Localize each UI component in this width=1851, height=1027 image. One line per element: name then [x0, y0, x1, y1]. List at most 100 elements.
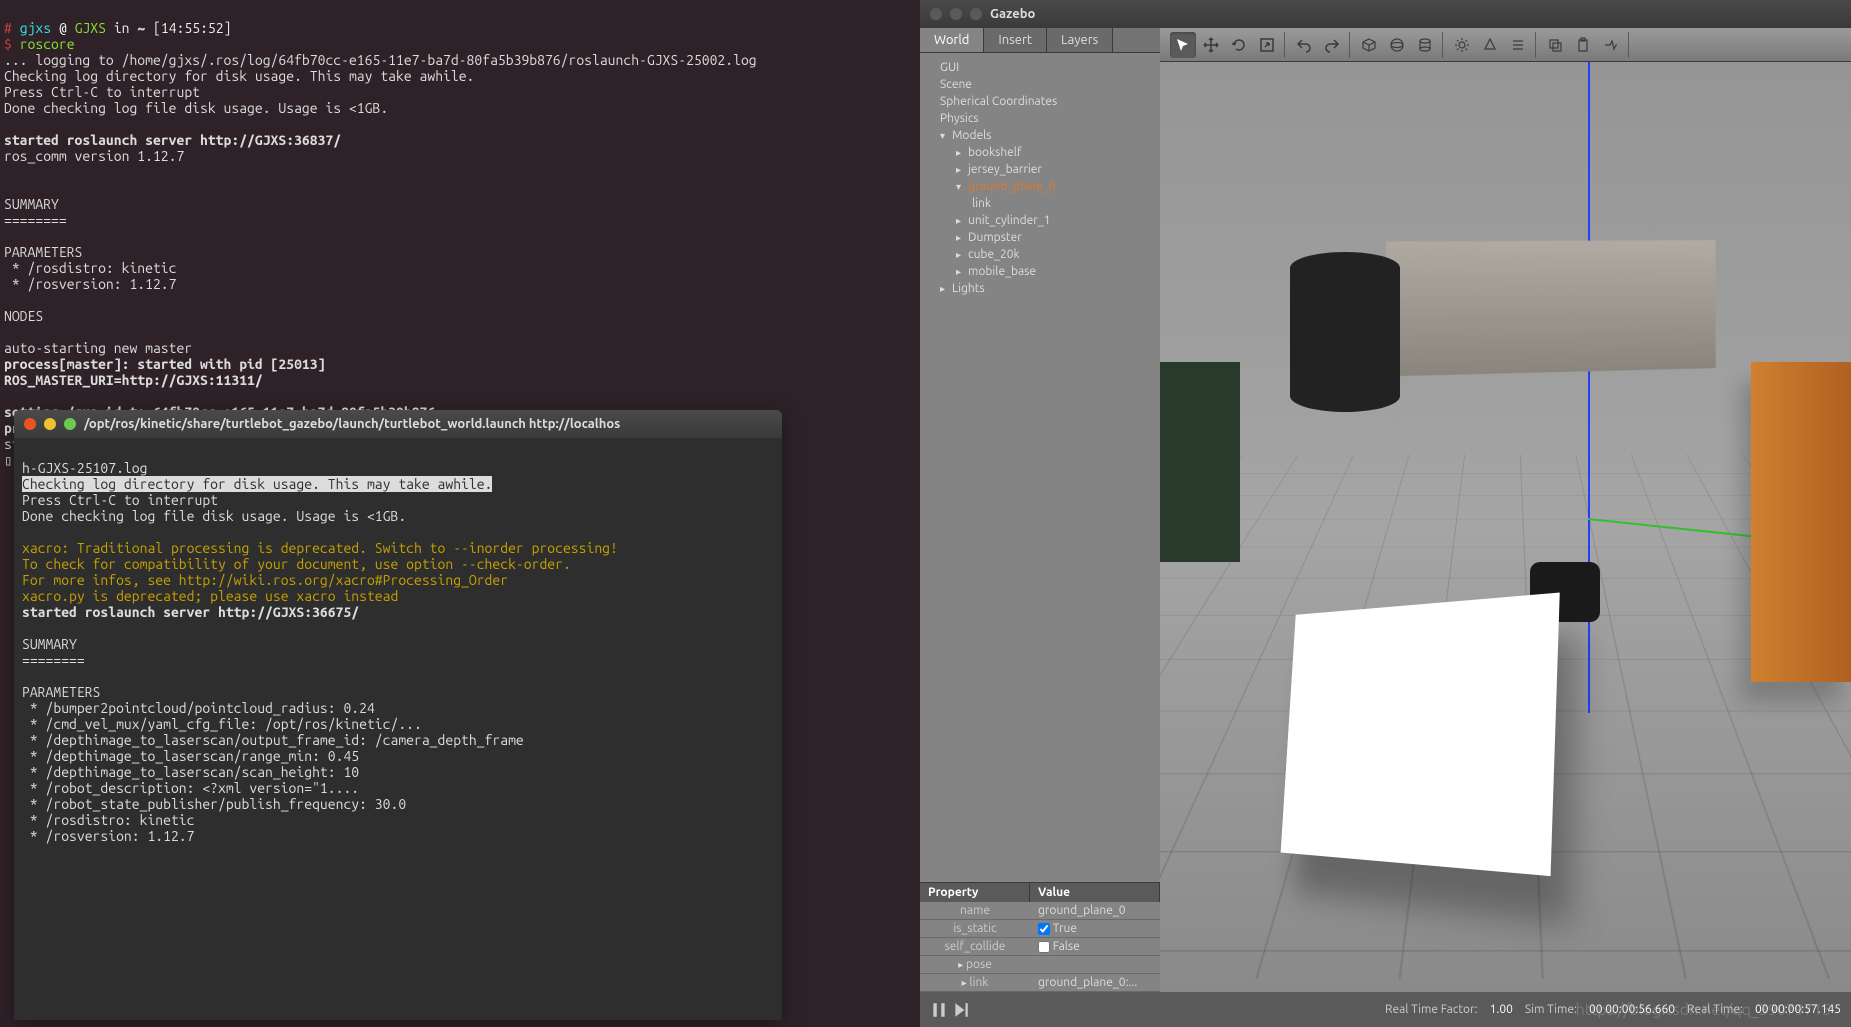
sim-time-value: 00 00:00:56.660 — [1589, 1003, 1675, 1016]
chevron-right-icon: ▸ — [956, 147, 964, 159]
param-rosdistro: * /rosdistro: kinetic — [4, 260, 176, 276]
sim-time-label: Sim Time: — [1525, 1003, 1577, 1016]
chevron-right-icon: ▸ — [956, 249, 964, 261]
tree-cube[interactable]: ▸cube_20k — [928, 246, 1152, 263]
snap-icon[interactable] — [1598, 32, 1624, 58]
check-log-2: Press Ctrl-C to interrupt — [4, 84, 200, 100]
model-dumpster[interactable] — [1160, 362, 1240, 562]
tree-ground-link[interactable]: link — [928, 195, 1152, 212]
model-cube[interactable] — [1281, 593, 1560, 877]
tree-models[interactable]: ▾Models — [928, 127, 1152, 144]
cursor: ▯ — [4, 452, 12, 468]
param-rosversion: * /rosversion: 1.12.7 — [4, 276, 176, 292]
scene-3d[interactable] — [1160, 62, 1851, 992]
gazebo-sidebar: World Insert Layers GUI Scene Spherical … — [920, 28, 1160, 992]
param2-5: * /robot_description: <?xml version="1..… — [22, 780, 359, 796]
property-header: Property Value — [920, 883, 1160, 902]
gazebo-toolbar — [1160, 28, 1851, 62]
chevron-right-icon: ▸ — [956, 164, 964, 176]
world-tree[interactable]: GUI Scene Spherical Coordinates Physics … — [920, 53, 1160, 882]
tree-lights[interactable]: ▸Lights — [928, 280, 1152, 297]
property-table: Property Value name ground_plane_0 is_st… — [920, 882, 1160, 992]
tree-mobile-base[interactable]: ▸mobile_base — [928, 263, 1152, 280]
tree-physics[interactable]: Physics — [928, 110, 1152, 127]
paste-icon[interactable] — [1570, 32, 1596, 58]
tree-ground-plane[interactable]: ▾ground_plane_0 — [928, 178, 1152, 195]
terminal-background: # gjxs @ GJXS in ~ [14:55:52] $ roscore … — [0, 0, 920, 1027]
summary2-h: SUMMARY — [22, 636, 77, 652]
selfcollide-checkbox[interactable] — [1038, 941, 1050, 953]
terminal2-body[interactable]: h-GJXS-25107.log Checking log directory … — [14, 438, 782, 866]
prop-row-selfcollide[interactable]: self_collide False — [920, 938, 1160, 956]
gazebo-bottom-bar: Real Time Factor: 1.00 Sim Time: 00 00:0… — [920, 992, 1851, 1027]
param2-7: * /rosdistro: kinetic — [22, 812, 194, 828]
close-icon[interactable] — [24, 418, 36, 430]
xacro-warn-4: xacro.py is deprecated; please use xacro… — [22, 588, 398, 604]
auto-start: auto-starting new master — [4, 340, 192, 356]
cylinder-icon[interactable] — [1412, 32, 1438, 58]
roslaunch-server: started roslaunch server http://GJXS:368… — [4, 132, 341, 148]
check2-3: Done checking log file disk usage. Usage… — [22, 508, 406, 524]
gazebo-tabs: World Insert Layers — [920, 28, 1160, 53]
close-icon[interactable] — [930, 8, 942, 20]
prompt-in: in — [114, 20, 130, 36]
xacro-warn-2: To check for compatibility of your docum… — [22, 556, 571, 572]
roslaunch-server-2: started roslaunch server http://GJXS:366… — [22, 604, 359, 620]
rtf-value: 1.00 — [1490, 1003, 1513, 1016]
copy-icon[interactable] — [1542, 32, 1568, 58]
tab-layers[interactable]: Layers — [1047, 28, 1113, 52]
cmd-roscore: roscore — [20, 36, 75, 52]
model-jersey-barrier[interactable] — [1386, 218, 1715, 377]
isstatic-checkbox[interactable] — [1038, 923, 1050, 935]
chevron-right-icon: ▸ — [958, 959, 963, 970]
chevron-right-icon: ▸ — [962, 977, 967, 988]
minimize-icon[interactable] — [44, 418, 56, 430]
tree-spherical[interactable]: Spherical Coordinates — [928, 93, 1152, 110]
tree-dumpster[interactable]: ▸Dumpster — [928, 229, 1152, 246]
select-icon[interactable] — [1170, 32, 1196, 58]
gazebo-title: Gazebo — [990, 7, 1035, 21]
prop-row-pose[interactable]: ▸ pose — [920, 956, 1160, 974]
undo-icon[interactable] — [1291, 32, 1317, 58]
spot-light-icon[interactable] — [1477, 32, 1503, 58]
point-light-icon[interactable] — [1449, 32, 1475, 58]
pause-icon[interactable] — [930, 1001, 948, 1019]
sphere-icon[interactable] — [1384, 32, 1410, 58]
box-icon[interactable] — [1356, 32, 1382, 58]
property-header-val: Value — [1030, 883, 1160, 902]
summary-sep: ======== — [4, 212, 67, 228]
rotate-icon[interactable] — [1226, 32, 1252, 58]
gazebo-titlebar[interactable]: Gazebo — [920, 0, 1851, 28]
scale-icon[interactable] — [1254, 32, 1280, 58]
chevron-down-icon: ▾ — [940, 130, 948, 142]
step-icon[interactable] — [952, 1001, 970, 1019]
property-header-key: Property — [920, 883, 1030, 902]
model-unit-cylinder[interactable] — [1290, 252, 1400, 412]
check-log-3: Done checking log file disk usage. Usage… — [4, 100, 388, 116]
terminal2-titlebar[interactable]: /opt/ros/kinetic/share/turtlebot_gazebo/… — [14, 410, 782, 438]
terminal-turtlebot[interactable]: /opt/ros/kinetic/share/turtlebot_gazebo/… — [14, 410, 782, 1020]
param2-0: * /bumper2pointcloud/pointcloud_radius: … — [22, 700, 375, 716]
summary-h: SUMMARY — [4, 196, 59, 212]
maximize-icon[interactable] — [970, 8, 982, 20]
tree-jersey-barrier[interactable]: ▸jersey_barrier — [928, 161, 1152, 178]
redo-icon[interactable] — [1319, 32, 1345, 58]
model-bookshelf[interactable] — [1751, 362, 1851, 682]
prop-row-link[interactable]: ▸ link ground_plane_0:... — [920, 974, 1160, 992]
tree-unit-cylinder[interactable]: ▸unit_cylinder_1 — [928, 212, 1152, 229]
prompt-at: @ — [59, 20, 67, 36]
tree-gui[interactable]: GUI — [928, 59, 1152, 76]
prop-row-name[interactable]: name ground_plane_0 — [920, 902, 1160, 920]
directional-light-icon[interactable] — [1505, 32, 1531, 58]
minimize-icon[interactable] — [950, 8, 962, 20]
tab-world[interactable]: World — [920, 28, 984, 52]
move-icon[interactable] — [1198, 32, 1224, 58]
maximize-icon[interactable] — [64, 418, 76, 430]
prop-row-isstatic[interactable]: is_static True — [920, 920, 1160, 938]
tab-insert[interactable]: Insert — [984, 28, 1047, 52]
tree-scene[interactable]: Scene — [928, 76, 1152, 93]
xacro-warn-3: For more infos, see http://wiki.ros.org/… — [22, 572, 508, 588]
summary2-sep: ======== — [22, 652, 85, 668]
param2-1: * /cmd_vel_mux/yaml_cfg_file: /opt/ros/k… — [22, 716, 422, 732]
tree-bookshelf[interactable]: ▸bookshelf — [928, 144, 1152, 161]
